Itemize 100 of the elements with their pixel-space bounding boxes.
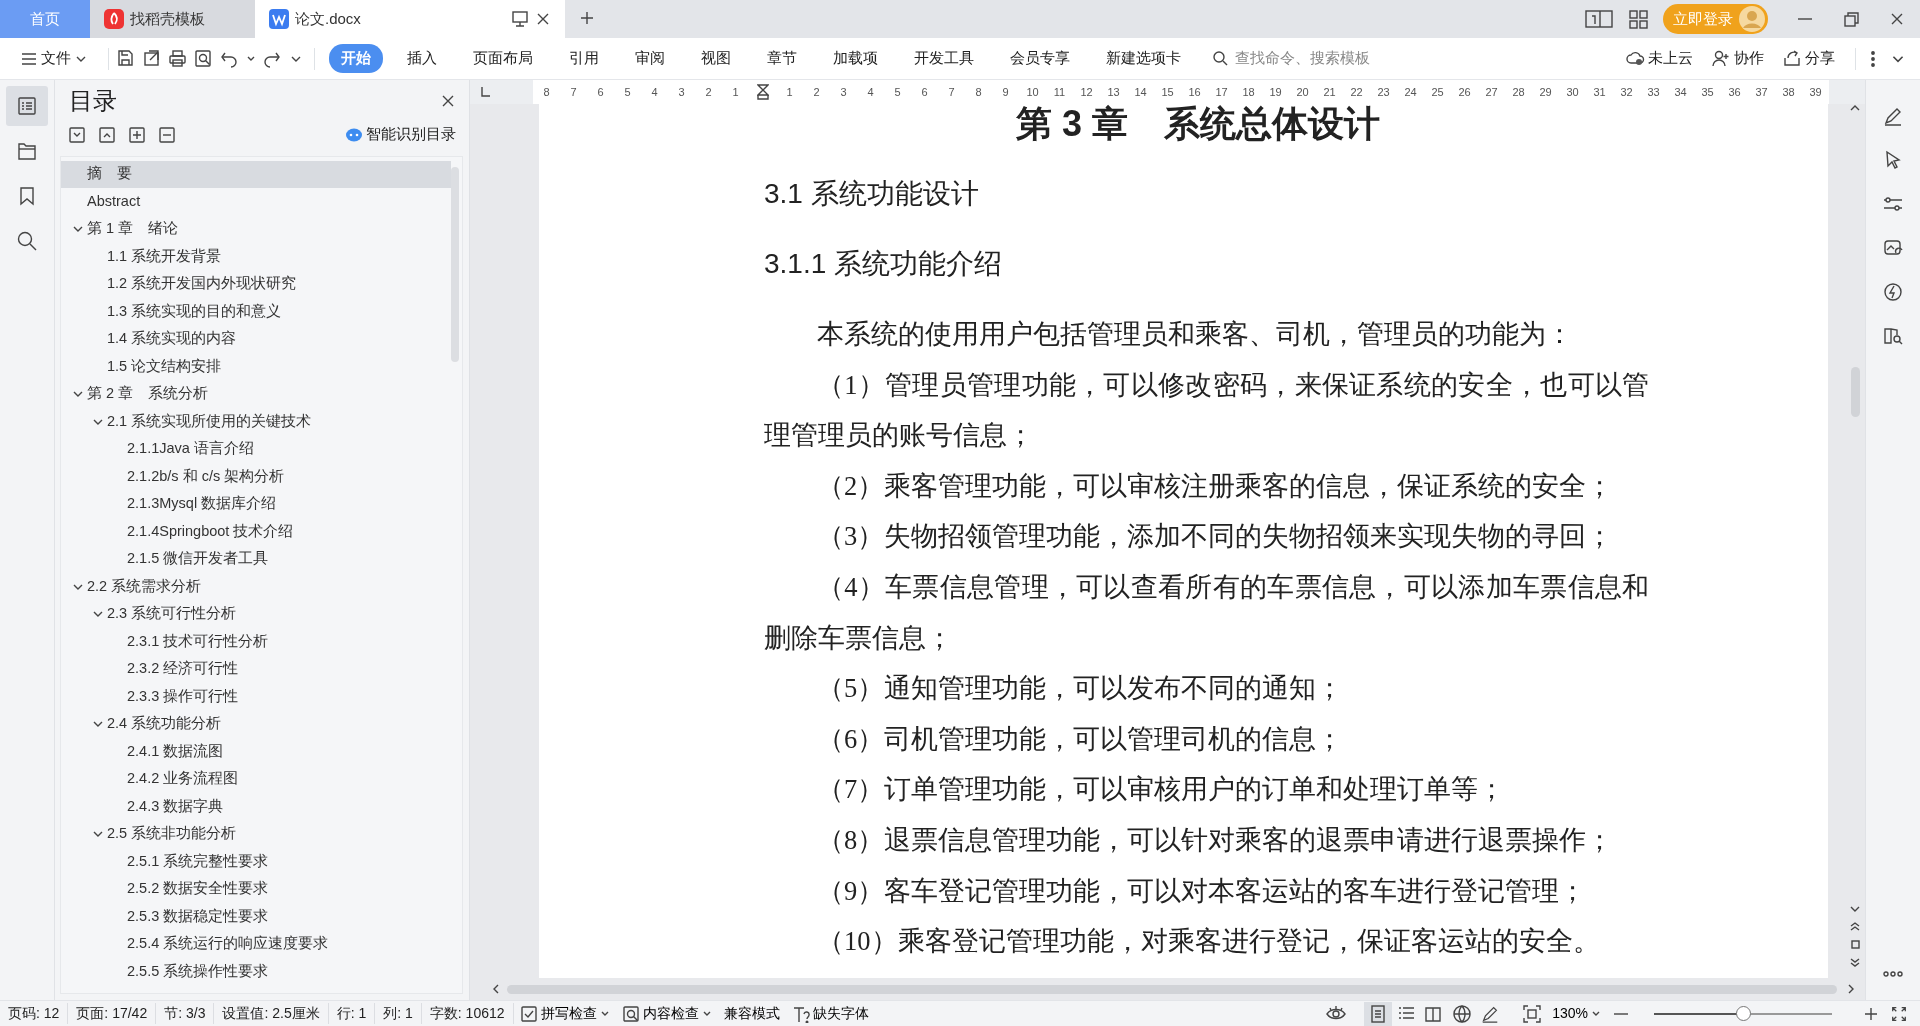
- search-icon: [1211, 50, 1229, 67]
- ruler-number: 26: [1457, 84, 1472, 100]
- outline-item[interactable]: 2.3.3 操作可行性: [61, 683, 451, 711]
- toolbar-button[interactable]: [142, 49, 161, 68]
- zoom-menu[interactable]: 130%: [1546, 1003, 1607, 1024]
- close-icon[interactable]: [535, 11, 551, 27]
- layout-button[interactable]: [1584, 8, 1614, 30]
- close-icon: [1889, 11, 1905, 27]
- tab[interactable]: 找稻壳模板: [90, 0, 255, 38]
- ruler-number: 3: [677, 84, 686, 100]
- outline-tool[interactable]: [129, 127, 145, 143]
- paragraph: （5）通知管理功能，可以发布不同的通知；: [816, 672, 1345, 706]
- apps-button[interactable]: [1628, 8, 1649, 30]
- avatar-icon: [1739, 6, 1765, 32]
- compat-mode-button[interactable]: 兼容模式: [717, 1003, 786, 1024]
- paragraph: （9）客车登记管理功能，可以对本客运站的客车进行登记管理；: [816, 874, 1588, 908]
- outline-item[interactable]: 2.1 系统实现所使用的关键技术: [61, 408, 451, 436]
- ribbon-tab[interactable]: 引用: [556, 44, 611, 73]
- toolbar-button[interactable]: [116, 49, 135, 68]
- paragraph: （1）管理员管理功能，可以修改密码，来保证系统的安全，也可以管理管理员的账号信息；: [764, 368, 1650, 453]
- minimize-icon: [1798, 18, 1812, 20]
- ribbon-tab[interactable]: 插入: [394, 44, 449, 73]
- indent-marker-icon[interactable]: [756, 84, 769, 100]
- outline-item[interactable]: 2.3 系统可行性分析: [61, 600, 451, 628]
- outline-item[interactable]: 2.5.3 数据稳定性要求: [61, 903, 451, 931]
- monitor-icon[interactable]: [511, 10, 529, 28]
- browse-object-icon[interactable]: [1849, 939, 1861, 950]
- outline-item[interactable]: 2.4.1 数据流图: [61, 738, 451, 766]
- outline-item[interactable]: 第 2 章 系统分析: [61, 380, 451, 408]
- outline-item[interactable]: 2.1.2b/s 和 c/s 架构分析: [61, 463, 451, 491]
- content-check-button[interactable]: 内容检查: [615, 1003, 718, 1024]
- ruler-number: 16: [1187, 84, 1202, 100]
- toolbar-action[interactable]: 协作: [1706, 46, 1770, 71]
- ribbon-tab[interactable]: 新建选项卡: [1093, 44, 1193, 73]
- toolbar-button[interactable]: [168, 49, 187, 68]
- outline-item[interactable]: 2.5.4 系统运行的响应速度要求: [61, 930, 451, 958]
- close-button[interactable]: [440, 93, 455, 109]
- missing-fonts-button[interactable]: 缺失字体: [785, 1003, 875, 1024]
- lightning-icon: [1882, 281, 1904, 303]
- outline-item[interactable]: 摘 要: [61, 160, 451, 188]
- outline-item[interactable]: 2.3.2 经济可行性: [61, 655, 451, 683]
- outline-item[interactable]: 2.4.2 业务流程图: [61, 765, 451, 793]
- outline-item[interactable]: 1.4 系统实现的内容: [61, 325, 451, 353]
- expand-icon: [69, 127, 85, 143]
- tab-stop-icon: [480, 86, 492, 98]
- outline-item[interactable]: 1.3 系统实现的目的和意义: [61, 298, 451, 326]
- outline-tool[interactable]: [69, 127, 85, 143]
- outline-item[interactable]: 2.2 系统需求分析: [61, 573, 451, 601]
- scroll-up-icon[interactable]: [1849, 104, 1861, 112]
- scrollbar-thumb[interactable]: [450, 166, 459, 362]
- spell-check-button[interactable]: 拼写检查: [513, 1003, 616, 1024]
- previous-page-icon[interactable]: [1849, 921, 1861, 933]
- outline-item[interactable]: 2.5.2 数据安全性要求: [61, 875, 451, 903]
- scroll-right-icon[interactable]: [1847, 983, 1855, 995]
- ruler-number: 34: [1673, 84, 1688, 100]
- outline-item[interactable]: 2.5.5 系统操作性要求: [61, 958, 451, 986]
- outline-item[interactable]: 2.4 系统功能分析: [61, 710, 451, 738]
- outline-tool[interactable]: [159, 127, 175, 143]
- outline-item[interactable]: 2.4.3 数据字典: [61, 793, 451, 821]
- outline-tool[interactable]: [99, 127, 115, 143]
- outline-item[interactable]: 1.2 系统开发国内外现状研究: [61, 270, 451, 298]
- outline-item[interactable]: 2.5 系统非功能分析: [61, 820, 451, 848]
- share-icon: [1783, 49, 1802, 68]
- ribbon-tab[interactable]: 视图: [688, 44, 743, 73]
- next-page-icon[interactable]: [1849, 956, 1861, 968]
- ribbon-tab[interactable]: 章节: [754, 44, 809, 73]
- toolbar-button[interactable]: [194, 49, 213, 68]
- outline-item[interactable]: 2.1.5 微信开发者工具: [61, 545, 451, 573]
- more-button[interactable]: [1870, 48, 1876, 69]
- toolbar-action[interactable]: 分享: [1777, 46, 1841, 71]
- ruler-number: 37: [1754, 84, 1769, 100]
- outline-item[interactable]: 1.5 论文结构安排: [61, 353, 451, 381]
- ruler-number: 23: [1376, 84, 1391, 100]
- ribbon-tab[interactable]: 审阅: [622, 44, 677, 73]
- outline-item[interactable]: Abstract: [61, 188, 451, 216]
- smart-toc-button[interactable]: 智能识别目录: [339, 123, 462, 147]
- file-menu[interactable]: 文件: [14, 46, 94, 71]
- outline-item[interactable]: 2.1.4Springboot 技术介绍: [61, 518, 451, 546]
- outline-item[interactable]: 2.1.1Java 语言介绍: [61, 435, 451, 463]
- ribbon-tab[interactable]: 会员专享: [997, 44, 1082, 73]
- ribbon-tab[interactable]: 加载项: [820, 44, 890, 73]
- outline-item[interactable]: 2.5.1 系统完整性要求: [61, 848, 451, 876]
- tab[interactable]: 论文.docx: [255, 0, 565, 38]
- toolbar-action[interactable]: 未上云: [1620, 46, 1699, 71]
- more-button[interactable]: [1883, 969, 1903, 979]
- paragraph: （8）退票信息管理功能，可以针对乘客的退票申请进行退票操作；: [816, 823, 1615, 857]
- scroll-left-icon[interactable]: [492, 983, 500, 995]
- slider-thumb[interactable]: [1735, 1006, 1751, 1021]
- ruler-number: 4: [650, 84, 659, 100]
- view-button[interactable]: [1364, 1001, 1393, 1026]
- outline-item[interactable]: 2.1.3Mysql 数据库介绍: [61, 490, 451, 518]
- ribbon-tab[interactable]: 页面布局: [460, 44, 545, 73]
- pen-icon: [1882, 105, 1904, 127]
- outline-item[interactable]: 2.3.1 技术可行性分析: [61, 628, 451, 656]
- ribbon-tab[interactable]: 开发工具: [901, 44, 986, 73]
- search-field[interactable]: 查找命令、搜索模板: [1211, 46, 1462, 71]
- outline-item[interactable]: 1.1 系统开发背景: [61, 243, 451, 271]
- side-tool[interactable]: [6, 86, 48, 126]
- outline-item[interactable]: 第 1 章 绪论: [61, 215, 451, 243]
- scroll-down-icon[interactable]: [1849, 905, 1861, 913]
